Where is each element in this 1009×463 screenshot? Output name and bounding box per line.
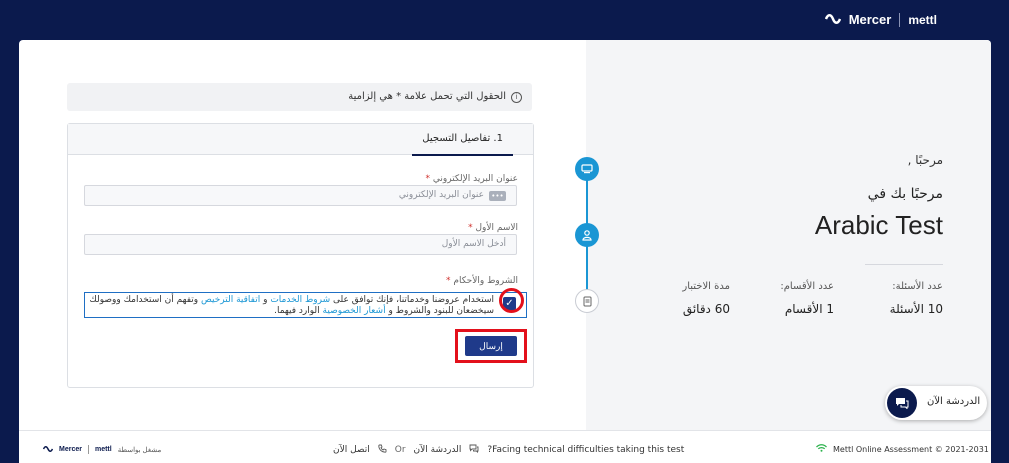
main-card: مرحبًا , مرحبًا بك في Arabic Test عدد ال…	[19, 40, 991, 430]
greeting-text: مرحبًا ,	[907, 153, 943, 167]
email-label: عنوان البريد الإلكتروني *	[426, 174, 518, 184]
chat-now-widget[interactable]: الدردشة الآن	[885, 386, 987, 420]
chat-now-label: الدردشة الآن	[927, 396, 981, 407]
footer-brand-divider	[87, 445, 89, 454]
footer-brand: Mercer mettl مشغل بواسطة	[42, 445, 162, 454]
form-tabs: 1. تفاصيل التسجيل	[68, 124, 533, 156]
top-bar: Mercer mettl	[0, 0, 1009, 40]
stat-questions: عدد الأسئلة: 10 الأسئلة	[890, 281, 943, 316]
or-text: Or	[394, 445, 406, 455]
test-title: Arabic Test	[814, 210, 943, 240]
step-test-icon	[575, 157, 599, 181]
terms-label-text: الشروط والأحكام	[453, 276, 518, 286]
terms-label: الشروط والأحكام *	[446, 276, 518, 286]
terms-of-service-link[interactable]: شروط الخدمات	[270, 295, 330, 305]
title-divider	[865, 264, 943, 265]
step-user-icon	[575, 223, 599, 247]
chat-footer-icon	[469, 444, 479, 456]
email-label-text: عنوان البريد الإلكتروني	[432, 174, 518, 184]
terms-container: ✓ استخدام عروضنا وخدماتنا، فإنك توافق عل…	[84, 288, 527, 318]
brand-logo: Mercer mettl	[824, 12, 937, 27]
firstname-placeholder: أدخل الاسم الأول	[441, 239, 506, 249]
required-star: *	[446, 276, 451, 286]
step-document-icon	[575, 289, 599, 313]
submit-button[interactable]: إرسال	[465, 336, 517, 356]
email-icon: •••	[489, 191, 506, 201]
footer: Mercer mettl مشغل بواسطة اتصل الآن Or ال…	[19, 430, 991, 463]
stat-questions-label: عدد الأسئلة:	[892, 281, 943, 292]
stat-questions-value: 10 الأسئلة	[889, 302, 943, 316]
stat-duration: مدة الاختبار 60 دقائق	[682, 281, 730, 316]
required-notice-text: الحقول التي تحمل علامة * هي إلزامية	[348, 91, 506, 102]
footer-copyright-block: Mettl Online Assessment © 2021-2031	[816, 444, 989, 454]
terms-part1: استخدام عروضنا وخدماتنا، فإنك توافق على	[330, 295, 494, 305]
checkbox-highlight	[499, 288, 524, 313]
privacy-notice-link[interactable]: أشعار الخصوصية	[323, 306, 386, 316]
tab-registration-details[interactable]: 1. تفاصيل التسجيل	[412, 124, 513, 156]
brand-secondary: mettl	[908, 12, 937, 27]
info-icon: i	[511, 92, 522, 103]
terms-part4: الوارد فيهما.	[274, 306, 323, 316]
mercer-logo-icon	[824, 12, 841, 27]
email-field[interactable]: ••• عنوان البريد الإلكتروني	[84, 185, 517, 206]
stat-sections-value: 1 الأقسام	[784, 302, 834, 316]
mercer-logo-icon	[42, 445, 54, 454]
powered-by-text: مشغل بواسطة	[117, 446, 162, 454]
firstname-label-text: الاسم الأول	[475, 223, 518, 233]
registration-form: 1. تفاصيل التسجيل عنوان البريد الإلكترون…	[67, 123, 534, 388]
license-agreement-link[interactable]: اتفاقية الترخيص	[201, 295, 260, 305]
footer-brand-secondary: mettl	[94, 446, 112, 453]
required-star: *	[468, 223, 473, 233]
stat-sections: عدد الأقسام: 1 الأقسام	[780, 281, 834, 316]
stat-duration-label: مدة الاختبار	[682, 281, 730, 292]
welcome-intro: مرحبًا بك في	[867, 186, 943, 202]
footer-help: اتصل الآن Or الدردشة الآن ?Facing techni…	[333, 444, 684, 456]
brand-primary: Mercer	[848, 12, 892, 27]
stat-duration-value: 60 دقائق	[682, 302, 730, 316]
firstname-label: الاسم الأول *	[468, 223, 518, 233]
required-star: *	[425, 174, 431, 184]
terms-text: استخدام عروضنا وخدماتنا، فإنك توافق على …	[89, 295, 494, 317]
firstname-field[interactable]: أدخل الاسم الأول	[84, 234, 517, 255]
brand-divider	[899, 12, 901, 27]
submit-highlight: إرسال	[455, 329, 527, 363]
help-text: ?Facing technical difficulties taking th…	[487, 445, 685, 455]
chat-now-footer-link[interactable]: الدردشة الآن	[414, 445, 462, 455]
chat-icon	[887, 388, 917, 418]
required-notice: i الحقول التي تحمل علامة * هي إلزامية	[67, 83, 532, 111]
terms-part2: و	[260, 295, 271, 305]
stat-sections-label: عدد الأقسام:	[780, 281, 834, 292]
phone-icon	[378, 444, 387, 456]
copyright-text: Mettl Online Assessment © 2021-2031	[833, 444, 989, 454]
footer-brand-primary: Mercer	[59, 446, 82, 453]
wifi-icon	[816, 444, 827, 454]
call-now-link[interactable]: اتصل الآن	[333, 445, 370, 455]
